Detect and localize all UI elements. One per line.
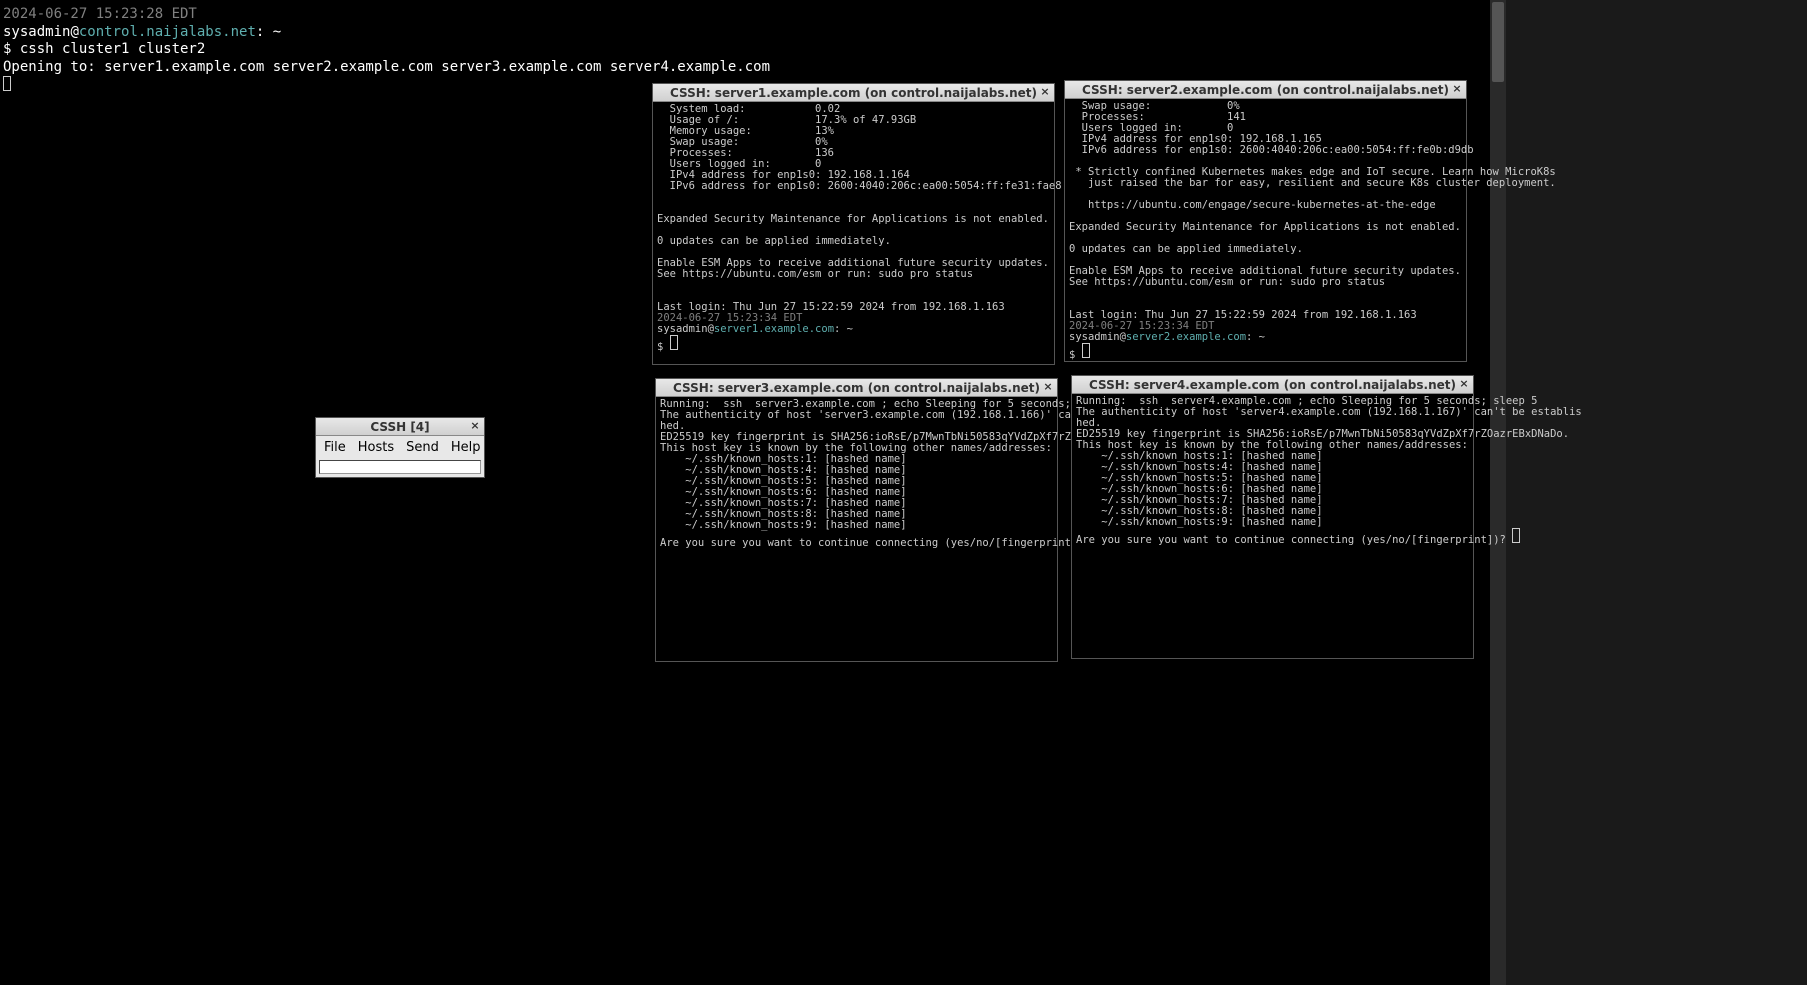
window-server3[interactable]: CSSH: server3.example.com (on control.na… bbox=[655, 378, 1058, 662]
window-title-server3[interactable]: CSSH: server3.example.com (on control.na… bbox=[656, 379, 1057, 397]
window-title-text: CSSH [4] bbox=[370, 420, 429, 434]
menu-send[interactable]: Send bbox=[406, 440, 439, 455]
prompt-user: sysadmin bbox=[1069, 331, 1120, 343]
prompt-symbol: $ bbox=[657, 341, 670, 353]
prompt-user: sysadmin bbox=[3, 24, 70, 40]
prompt-host: server1.example.com bbox=[714, 323, 834, 335]
close-icon[interactable]: × bbox=[1458, 378, 1470, 390]
cssh-control-title[interactable]: CSSH [4] × bbox=[316, 418, 484, 436]
menu-help[interactable]: Help bbox=[451, 440, 481, 455]
menu-hosts[interactable]: Hosts bbox=[358, 440, 394, 455]
cursor-icon bbox=[3, 76, 11, 91]
cursor-icon bbox=[1512, 528, 1520, 543]
terminal-body-server2[interactable]: Swap usage: 0% Processes: 141 Users logg… bbox=[1065, 99, 1466, 363]
window-title-text: CSSH: server1.example.com (on control.na… bbox=[670, 86, 1037, 100]
cursor-icon bbox=[1082, 343, 1090, 358]
window-title-server1[interactable]: CSSH: server1.example.com (on control.na… bbox=[653, 84, 1054, 102]
prompt-host: control.naijalabs.net bbox=[79, 24, 256, 40]
window-title-text: CSSH: server4.example.com (on control.na… bbox=[1089, 378, 1456, 392]
terminal-body-server4[interactable]: Running: ssh server4.example.com ; echo … bbox=[1072, 394, 1473, 548]
scrollbar-thumb[interactable] bbox=[1492, 2, 1504, 82]
cssh-broadcast-input[interactable] bbox=[319, 460, 481, 474]
prompt-path: ~ bbox=[264, 24, 281, 40]
close-icon[interactable]: × bbox=[1451, 83, 1463, 95]
window-title-text: CSSH: server3.example.com (on control.na… bbox=[673, 381, 1040, 395]
close-icon[interactable]: × bbox=[1042, 381, 1054, 393]
window-title-text: CSSH: server2.example.com (on control.na… bbox=[1082, 83, 1449, 97]
window-title-server4[interactable]: CSSH: server4.example.com (on control.na… bbox=[1072, 376, 1473, 394]
timestamp: 2024-06-27 15:23:28 EDT bbox=[3, 6, 197, 22]
prompt-symbol: $ bbox=[3, 41, 20, 57]
opening-line: Opening to: server1.example.com server2.… bbox=[3, 59, 770, 75]
prompt-user: sysadmin bbox=[657, 323, 708, 335]
prompt-path: : ~ bbox=[1246, 331, 1265, 343]
window-server4[interactable]: CSSH: server4.example.com (on control.na… bbox=[1071, 375, 1474, 659]
menu-file[interactable]: File bbox=[324, 440, 346, 455]
prompt-path: : ~ bbox=[834, 323, 853, 335]
prompt-symbol: $ bbox=[1069, 349, 1082, 361]
window-server2[interactable]: CSSH: server2.example.com (on control.na… bbox=[1064, 80, 1467, 362]
cssh-control-window[interactable]: CSSH [4] × File Hosts Send Help bbox=[315, 417, 485, 478]
prompt-at: @ bbox=[70, 24, 78, 40]
cssh-menubar: File Hosts Send Help bbox=[316, 436, 484, 459]
terminal-body-server3[interactable]: Running: ssh server3.example.com ; echo … bbox=[656, 397, 1057, 551]
close-icon[interactable]: × bbox=[469, 420, 481, 432]
window-server1[interactable]: CSSH: server1.example.com (on control.na… bbox=[652, 83, 1055, 365]
prompt-host: server2.example.com bbox=[1126, 331, 1246, 343]
terminal-body-server1[interactable]: System load: 0.02 Usage of /: 17.3% of 4… bbox=[653, 102, 1054, 355]
window-title-server2[interactable]: CSSH: server2.example.com (on control.na… bbox=[1065, 81, 1466, 99]
main-scrollbar[interactable] bbox=[1490, 0, 1506, 985]
motd-text: System load: 0.02 Usage of /: 17.3% of 4… bbox=[657, 103, 1062, 313]
command-text: cssh cluster1 cluster2 bbox=[20, 41, 205, 57]
cursor-icon bbox=[670, 335, 678, 350]
close-icon[interactable]: × bbox=[1039, 86, 1051, 98]
